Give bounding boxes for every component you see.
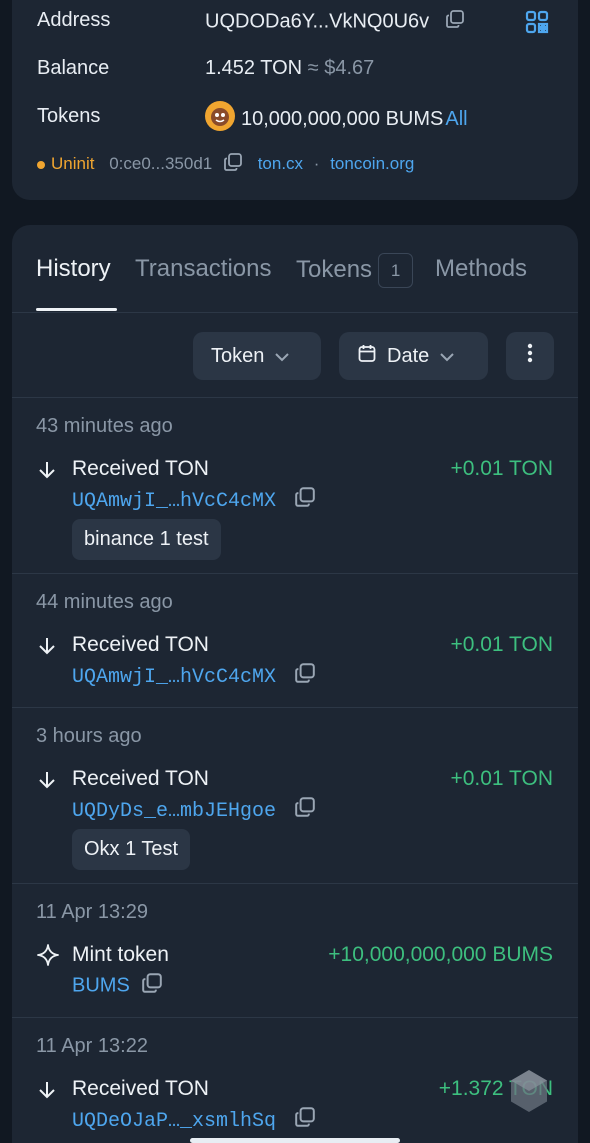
item-time: 3 hours ago [36,725,142,747]
arrow-down-icon [36,769,58,796]
item-comment: Okx 1 Test [72,829,191,870]
raw-address[interactable]: 0:ce0...350d1 [109,154,212,173]
item-title: Received TON [72,633,209,656]
item-address[interactable]: UQDyDs_e…mbJEHgoe [72,796,316,825]
chevron-down-icon [274,345,290,368]
home-indicator [190,1138,400,1143]
balance-value: 1.452 TON [205,57,303,79]
token-filter-label: Token [211,344,265,367]
tab-tokens-label: Tokens [296,255,373,283]
tab-tokens[interactable]: Tokens 1 [296,253,414,288]
address-row: UQDODa6Y...VkNQ0U6v [205,9,465,35]
history-item[interactable]: 11 Apr 13:22 Received TON +1.372 TON UQD… [12,1018,578,1143]
history-card: History Transactions Tokens 1 Methods Tok… [12,225,578,1143]
tab-methods[interactable]: Methods [435,255,527,283]
copy-icon[interactable] [294,486,316,515]
more-options-button[interactable] [506,332,554,380]
arrow-down-icon [36,1079,58,1106]
link-separator: · [313,153,320,173]
qr-code-icon[interactable] [525,10,549,39]
calendar-icon [357,343,377,369]
tab-history[interactable]: History [36,255,111,283]
tokens-value: 10,000,000,000 BUMS [241,107,444,130]
floating-hexagon-icon[interactable] [508,1068,550,1119]
item-comment: binance 1 test [72,519,221,560]
item-title: Received TON [72,767,209,790]
item-amount: +0.01 TON [450,767,553,790]
item-title: Received TON [72,1077,209,1100]
history-item[interactable]: 3 hours ago Received TON +0.01 TON UQDyD… [12,708,578,884]
copy-icon[interactable] [223,152,243,177]
copy-icon[interactable] [294,796,316,825]
arrow-down-icon [36,459,58,486]
tokens-count-badge: 1 [378,253,414,288]
copy-icon[interactable] [294,662,316,691]
tokens-label: Tokens [37,105,101,127]
copy-icon[interactable] [294,1106,316,1135]
balance-fiat: ≈ $4.67 [307,57,375,79]
token-filter-button[interactable]: Token [193,332,321,380]
active-tab-indicator [36,308,117,311]
ton-cx-link[interactable]: ton.cx [258,154,303,173]
item-time: 11 Apr 13:29 [36,901,148,923]
address-value[interactable]: UQDODa6Y...VkNQ0U6v [205,10,429,32]
tab-bar: History Transactions Tokens 1 Methods [12,225,578,313]
item-address-text: UQAmwjI_…hVcC4cMX [72,665,277,689]
item-time: 11 Apr 13:22 [36,1035,148,1057]
item-address-text: UQDeOJaP…_xsmlhSq [72,1109,277,1133]
filter-bar: Token Date [12,313,578,398]
arrow-down-icon [36,635,58,662]
status-dot [37,160,45,169]
history-item[interactable]: 44 minutes ago Received TON +0.01 TON UQ… [12,574,578,708]
tokens-row: 10,000,000,000 BUMS All [205,101,468,137]
item-time: 43 minutes ago [36,415,173,437]
history-item[interactable]: 11 Apr 13:29 Mint token +10,000,000,000 … [12,884,578,1018]
more-vertical-icon [527,343,533,369]
tab-transactions[interactable]: Transactions [135,255,272,283]
item-amount: +10,000,000,000 BUMS [328,943,553,966]
item-address[interactable]: UQAmwjI_…hVcC4cMX [72,486,316,515]
copy-icon[interactable] [141,972,163,1000]
address-label: Address [37,9,111,31]
date-filter-label: Date [387,344,430,367]
item-address-text: UQDyDs_e…mbJEHgoe [72,799,277,823]
item-address[interactable]: UQAmwjI_…hVcC4cMX [72,662,316,691]
item-address[interactable]: UQDeOJaP…_xsmlhSq [72,1106,316,1135]
item-address-text: BUMS [72,974,130,997]
bums-token-avatar [205,101,235,137]
item-time: 44 minutes ago [36,591,173,613]
history-item[interactable]: 43 minutes ago Received TON +0.01 TON UQ… [12,398,578,574]
sparkle-icon [36,943,60,972]
balance-row: 1.452 TON ≈ $4.67 [205,57,374,80]
item-token-link[interactable]: BUMS [72,972,163,1000]
balance-label: Balance [37,57,110,79]
item-amount: +0.01 TON [450,633,553,656]
item-amount: +0.01 TON [450,457,553,480]
item-title: Mint token [72,943,169,966]
status-line: Uninit 0:ce0...350d1 ton.cx · toncoin.or… [37,152,414,177]
item-title: Received TON [72,457,209,480]
date-filter-button[interactable]: Date [339,332,488,380]
copy-icon[interactable] [445,9,465,35]
tokens-all-link[interactable]: All [445,108,467,131]
item-address-text: UQAmwjI_…hVcC4cMX [72,489,277,513]
chevron-down-icon [439,345,455,368]
toncoin-link[interactable]: toncoin.org [330,154,414,173]
status-label: Uninit [51,153,95,173]
